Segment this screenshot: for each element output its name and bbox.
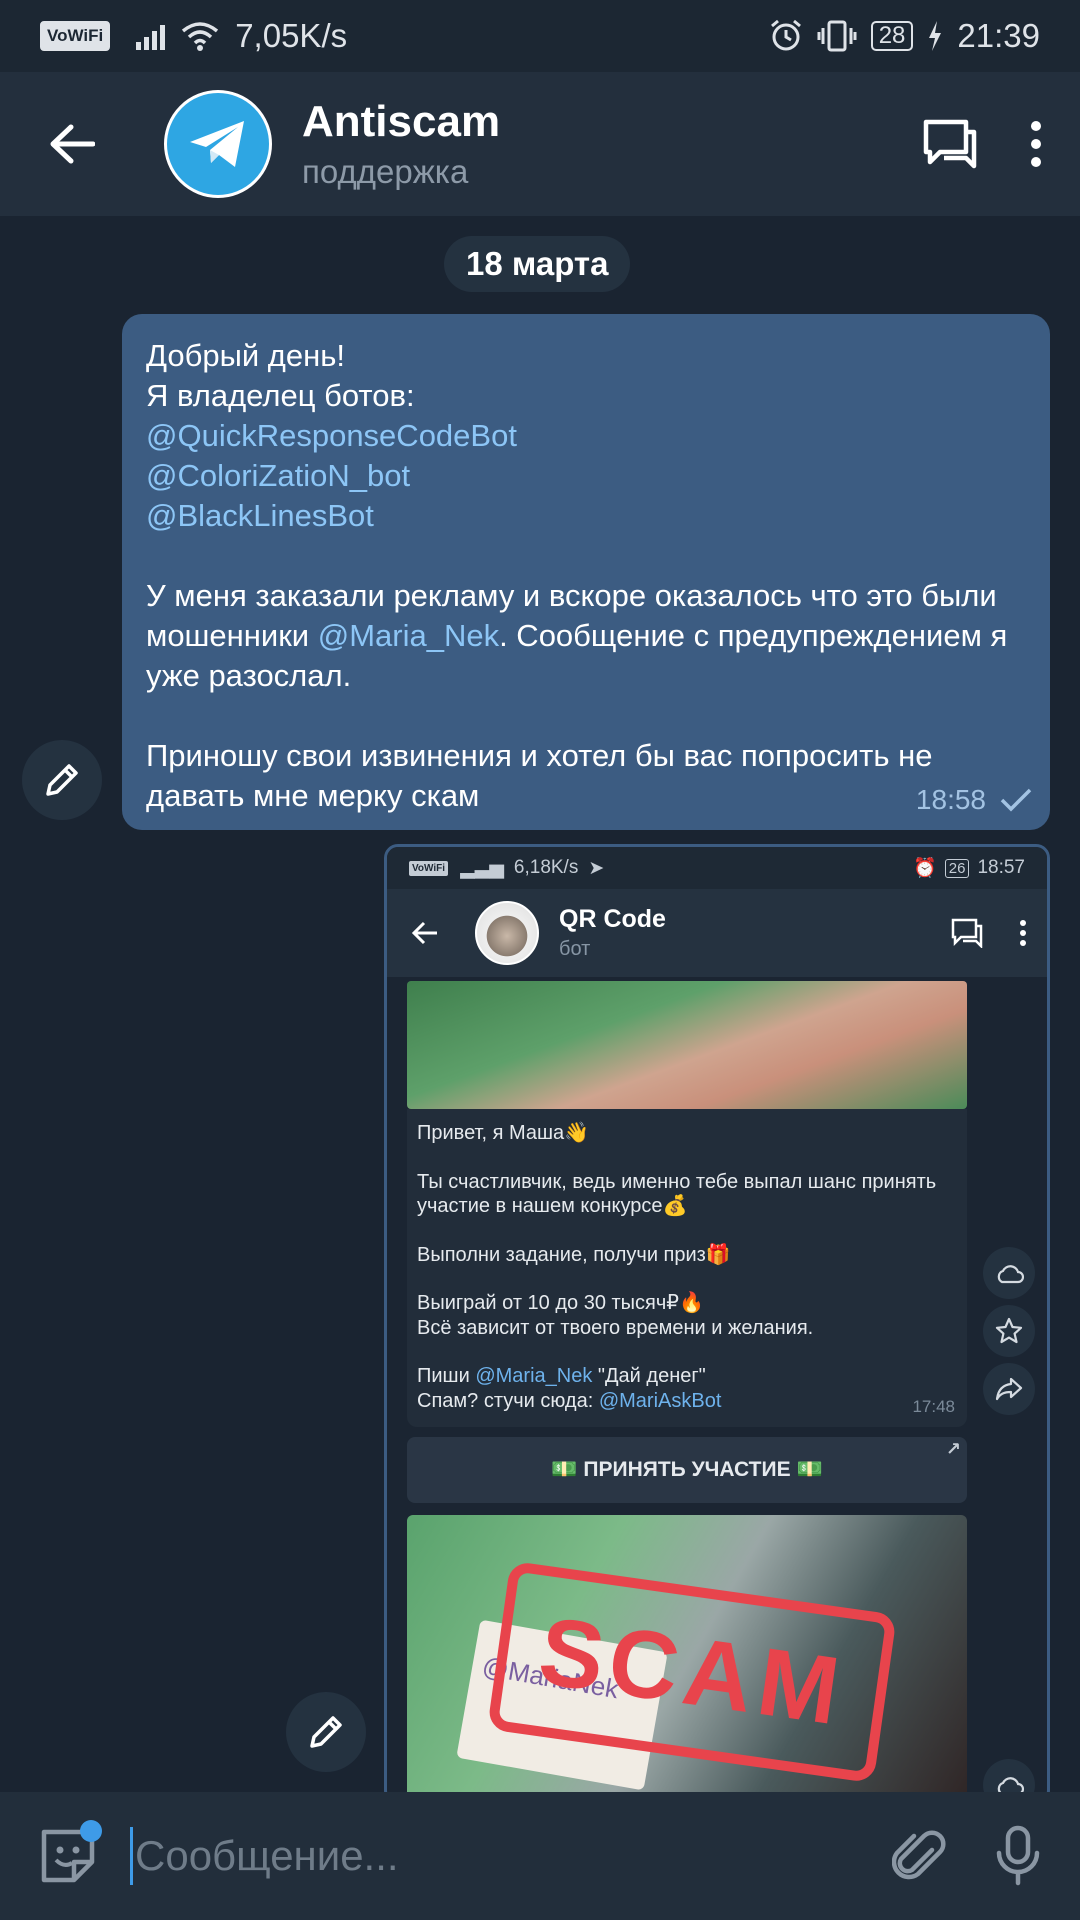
screenshot-alarm-icon: ⏰ bbox=[913, 858, 937, 879]
sticker-button[interactable] bbox=[30, 1818, 106, 1894]
vowifi-indicator: VoWiFi bbox=[40, 21, 111, 51]
charging-icon bbox=[929, 21, 942, 51]
external-link-icon: ↗ bbox=[945, 1439, 961, 1459]
screenshot-clock: 18:57 bbox=[977, 857, 1025, 878]
outgoing-message[interactable]: Добрый день! Я владелец ботов: @QuickRes… bbox=[122, 314, 1050, 830]
message-time: 18:58 bbox=[915, 784, 986, 815]
bot-link-2[interactable]: @ColoriZatioN_bot bbox=[146, 458, 410, 493]
date-chip: 18 марта bbox=[444, 236, 631, 292]
discussion-icon[interactable] bbox=[922, 118, 978, 170]
pencil-icon bbox=[310, 1716, 342, 1748]
screenshot-msg-p4: Выиграй от 10 до 30 тысяч₽🔥 Всё зависит … bbox=[417, 1292, 814, 1339]
screenshot-msg-p2: Ты счастливчик, ведь именно тебе выпал ш… bbox=[417, 1170, 937, 1218]
message-intro: Добрый день! Я владелец ботов: bbox=[146, 338, 415, 413]
notification-dot bbox=[80, 1820, 102, 1842]
telegram-logo-icon bbox=[190, 121, 244, 167]
vibrate-icon bbox=[817, 20, 857, 52]
chat-title-area[interactable]: Antiscam поддержка bbox=[302, 97, 500, 191]
message-input[interactable] bbox=[135, 1832, 892, 1880]
network-speed: 7,05K/s bbox=[235, 17, 348, 54]
screenshot-cloud-icon bbox=[983, 1247, 1035, 1299]
screenshot-speed: 6,18K/s bbox=[513, 857, 579, 878]
screenshot-image[interactable]: VoWiFi ▂▃▅ 6,18K/s ➤ ⏰ 26 18:57 QR Code … bbox=[384, 844, 1050, 1792]
signal-icon bbox=[136, 22, 166, 50]
screenshot-msg-p1: Привет, я Маша👋 bbox=[417, 1122, 590, 1144]
screenshot-battery: 26 bbox=[944, 858, 970, 878]
screenshot-bot-message: Привет, я Маша👋 Ты счастливчик, ведь име… bbox=[407, 1109, 967, 1427]
screenshot-discussion-icon bbox=[951, 918, 983, 948]
screenshot-header: QR Code бот bbox=[387, 889, 1047, 977]
screenshot-more-icon bbox=[1020, 920, 1026, 946]
arrow-left-icon bbox=[50, 124, 95, 164]
edit-button[interactable] bbox=[22, 740, 102, 820]
battery-indicator: 28 bbox=[870, 21, 914, 51]
screenshot-photo-top bbox=[407, 981, 967, 1109]
chat-subtitle: поддержка bbox=[302, 153, 469, 190]
message-paragraph-3: Приношу свои извинения и хотел бы вас по… bbox=[146, 738, 933, 813]
message-input-bar bbox=[0, 1792, 1080, 1920]
screenshot-back-icon bbox=[411, 921, 437, 945]
avatar[interactable] bbox=[164, 90, 272, 198]
screenshot-share-icon bbox=[983, 1363, 1035, 1415]
bot-link-1[interactable]: @QuickResponseCodeBot bbox=[146, 418, 517, 453]
screenshot-msg-link-1: @Maria_Nek bbox=[475, 1365, 593, 1387]
screenshot-msg-p6a: Спам? стучи сюда: bbox=[417, 1389, 599, 1412]
screenshot-msg-link-2: @MariAskBot bbox=[598, 1389, 722, 1412]
attach-icon[interactable] bbox=[892, 1828, 946, 1884]
screenshot-status-bar: VoWiFi ▂▃▅ 6,18K/s ➤ ⏰ 26 18:57 bbox=[387, 847, 1047, 889]
screenshot-signal-icon: ▂▃▅ bbox=[460, 857, 504, 879]
chat-title: Antiscam bbox=[302, 97, 501, 146]
check-icon bbox=[1000, 788, 1032, 812]
screenshot-vowifi: VoWiFi bbox=[409, 860, 449, 876]
chat-area[interactable]: 18 марта Добрый день! Я владелец ботов: … bbox=[0, 216, 1080, 1792]
more-menu-icon[interactable] bbox=[1028, 120, 1044, 168]
screenshot-msg-p3: Выполни задание, получи приз🎁 bbox=[417, 1243, 731, 1266]
pencil-icon bbox=[46, 764, 78, 796]
screenshot-chat-title: QR Code bbox=[559, 905, 666, 933]
text-cursor bbox=[130, 1827, 133, 1885]
bot-link-3[interactable]: @BlackLinesBot bbox=[146, 498, 374, 533]
scammer-link[interactable]: @Maria_Nek bbox=[318, 618, 499, 653]
clock: 21:39 bbox=[957, 17, 1040, 54]
wifi-icon bbox=[182, 22, 219, 51]
screenshot-chat-subtitle: бот bbox=[559, 938, 591, 960]
screenshot-msg-p5b: "Дай денег" bbox=[592, 1365, 706, 1387]
screenshot-msg-time: 17:48 bbox=[912, 1396, 955, 1416]
screenshot-star-icon bbox=[983, 1305, 1035, 1357]
screenshot-msg-p5a: Пиши bbox=[417, 1365, 476, 1387]
screenshot-cloud-icon-2 bbox=[983, 1759, 1035, 1792]
microphone-icon[interactable] bbox=[996, 1825, 1040, 1887]
screenshot-avatar bbox=[475, 901, 539, 965]
back-button[interactable] bbox=[40, 112, 104, 176]
screenshot-photo-bottom: @MariaNek SCAM bbox=[407, 1515, 967, 1792]
edit-button-2[interactable] bbox=[286, 1692, 366, 1772]
screenshot-inline-button-label: 💵 ПРИНЯТЬ УЧАСТИЕ 💵 bbox=[551, 1458, 823, 1481]
screenshot-inline-button: 💵 ПРИНЯТЬ УЧАСТИЕ 💵 ↗ bbox=[407, 1437, 967, 1503]
screenshot-navigation-icon: ➤ bbox=[588, 857, 605, 879]
chat-header: Antiscam поддержка bbox=[0, 72, 1080, 216]
alarm-icon bbox=[770, 19, 801, 51]
status-bar: VoWiFi 7,05K/s 28 21:39 bbox=[0, 0, 1080, 72]
